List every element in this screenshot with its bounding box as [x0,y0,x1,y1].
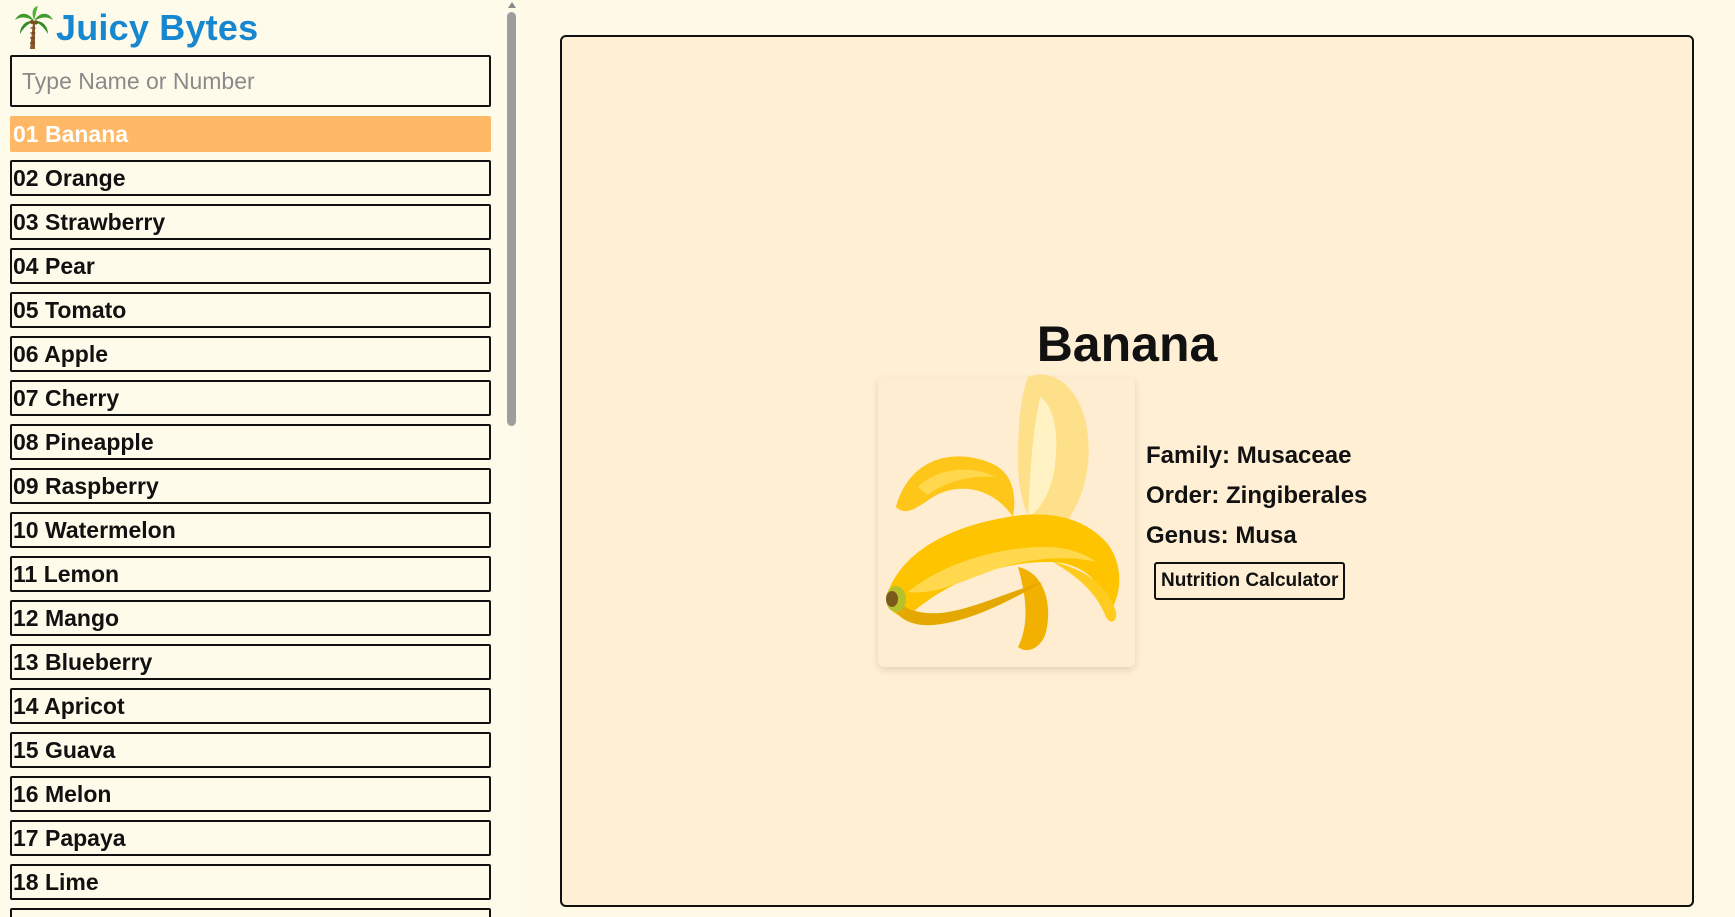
fruit-list-item-mango[interactable]: 12 Mango [10,600,491,636]
app-title: Juicy Bytes [56,7,259,48]
fruit-list-item-pineapple[interactable]: 08 Pineapple [10,424,491,460]
fruit-list-item-banana[interactable]: 01 Banana [10,116,491,152]
order-text: Order: Zingiberales [1146,482,1368,509]
fruit-list-item-partial[interactable]: 19 ... [10,908,491,917]
banana-icon [886,374,1120,651]
fruit-list-item-raspberry[interactable]: 09 Raspberry [10,468,491,504]
fruit-list-item-cherry[interactable]: 07 Cherry [10,380,491,416]
genus-text: Genus: Musa [1146,522,1297,549]
fruit-list: 01 Banana 02 Orange 03 Strawberry 04 Pea… [10,116,491,917]
fruit-list-item-tomato[interactable]: 05 Tomato [10,292,491,328]
scroll-up-arrow-icon[interactable] [508,2,516,8]
fruit-list-item-guava[interactable]: 15 Guava [10,732,491,768]
family-text: Family: Musaceae [1146,442,1352,469]
fruit-list-item-apple[interactable]: 06 Apple [10,336,491,372]
fruit-list-item-melon[interactable]: 16 Melon [10,776,491,812]
fruit-list-item-strawberry[interactable]: 03 Strawberry [10,204,491,240]
fruit-list-item-lemon[interactable]: 11 Lemon [10,556,491,592]
fruit-list-item-pear[interactable]: 04 Pear [10,248,491,284]
fruit-list-item-apricot[interactable]: 14 Apricot [10,688,491,724]
fruit-list-item-blueberry[interactable]: 13 Blueberry [10,644,491,680]
fruit-list-item-orange[interactable]: 02 Orange [10,160,491,196]
fruit-list-item-papaya[interactable]: 17 Papaya [10,820,491,856]
sidebar-scrollbar[interactable] [505,0,519,917]
palm-tree-icon [15,6,53,49]
fruit-info: Family: Musaceae Order: Zingiberales Gen… [1146,436,1367,600]
nutrition-calculator-button[interactable]: Nutrition Calculator [1154,562,1346,600]
search-input[interactable] [10,55,491,107]
fruit-detail-card: Banana Family: Musaceae Order: Zingibera… [560,35,1694,907]
sidebar: Juicy Bytes 01 Banana 02 Orange 03 Straw… [0,0,505,917]
fruit-list-item-lime[interactable]: 18 Lime [10,864,491,900]
brand[interactable]: Juicy Bytes [14,5,258,51]
scrollbar-thumb[interactable] [507,12,516,426]
main-content: Banana Family: Musaceae Order: Zingibera… [519,0,1735,917]
app-window: Juicy Bytes 01 Banana 02 Orange 03 Straw… [0,0,1735,917]
fruit-list-item-watermelon[interactable]: 10 Watermelon [10,512,491,548]
fruit-image [878,374,1135,667]
